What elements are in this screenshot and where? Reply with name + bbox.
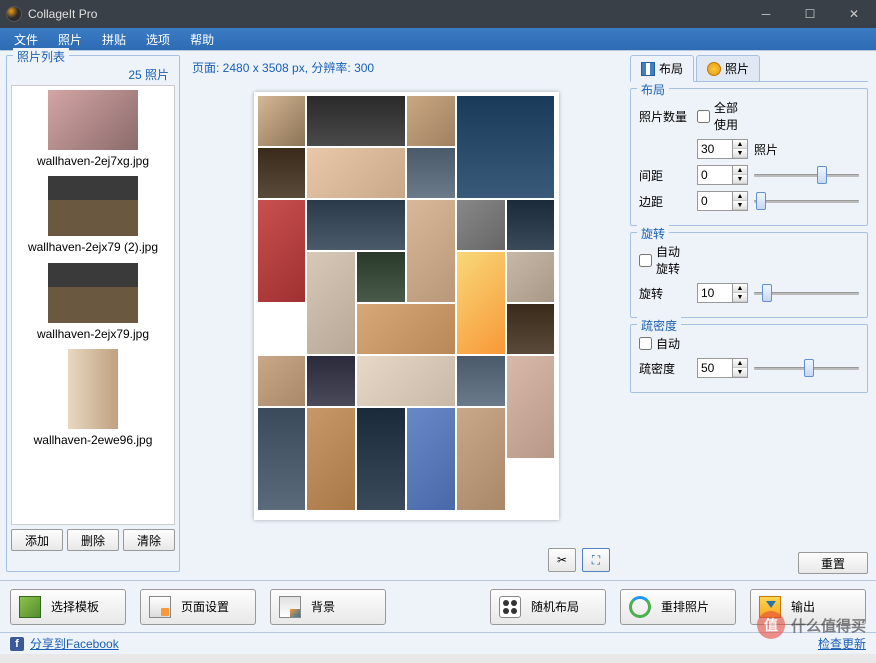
photo-icon <box>707 62 721 76</box>
page-setup-button[interactable]: 页面设置 <box>140 589 256 625</box>
settings-panel: 布局 照片 布局 照片数量 全部使用 ▲▼ <box>626 51 876 580</box>
select-template-button[interactable]: 选择模板 <box>10 589 126 625</box>
sparse-label: 疏密度 <box>639 360 691 377</box>
status-bar: f 分享到Facebook 检查更新 <box>0 632 876 654</box>
reset-button[interactable]: 重置 <box>798 552 868 574</box>
layout-group-label: 布局 <box>637 81 669 98</box>
background-button[interactable]: 背景 <box>270 589 386 625</box>
refresh-icon <box>629 596 651 618</box>
list-item[interactable]: wallhaven-2ejx79 (2).jpg <box>16 176 170 254</box>
background-icon <box>279 596 301 618</box>
thumbnail <box>68 349 118 429</box>
menu-help[interactable]: 帮助 <box>182 29 222 50</box>
template-icon <box>19 596 41 618</box>
rearrange-button[interactable]: 重排照片 <box>620 589 736 625</box>
maximize-button[interactable]: ☐ <box>788 0 832 28</box>
settings-tabs: 布局 照片 <box>630 55 868 82</box>
photo-count-label: 照片数量 <box>639 108 691 125</box>
rotation-group: 旋转 自动旋转 旋转 ▲▼ <box>630 232 868 318</box>
use-all-checkbox[interactable]: 全部使用 <box>697 99 749 133</box>
rotation-spinner[interactable]: ▲▼ <box>697 283 748 303</box>
tab-photo[interactable]: 照片 <box>696 55 760 81</box>
bottom-toolbar: 选择模板 页面设置 背景 随机布局 重排照片 输出 <box>0 580 876 632</box>
menu-bar: 文件 照片 拼贴 选项 帮助 <box>0 28 876 50</box>
thumbnail <box>48 263 138 323</box>
list-item[interactable]: wallhaven-2ewe96.jpg <box>16 349 170 447</box>
menu-photo[interactable]: 照片 <box>50 29 90 50</box>
sparse-group: 疏密度 自动 疏密度 ▲▼ <box>630 324 868 393</box>
dice-icon <box>499 596 521 618</box>
photo-count-spinner[interactable]: ▲▼ <box>697 139 748 159</box>
tab-layout[interactable]: 布局 <box>630 55 694 82</box>
margin-input[interactable] <box>697 191 733 211</box>
photo-count: 25 照片 <box>11 66 175 83</box>
clear-button[interactable]: 清除 <box>123 529 175 551</box>
fit-tool-button[interactable]: ⛶ <box>582 548 610 572</box>
spacing-slider[interactable] <box>754 166 859 184</box>
delete-button[interactable]: 删除 <box>67 529 119 551</box>
tab-photo-label: 照片 <box>725 60 749 77</box>
crop-tool-button[interactable]: ✂ <box>548 548 576 572</box>
page-info: 页面: 2480 x 3508 px, 分辨率: 300 <box>192 55 620 80</box>
use-all-input[interactable] <box>697 110 710 123</box>
add-button[interactable]: 添加 <box>11 529 63 551</box>
sparse-slider[interactable] <box>754 359 859 377</box>
rotation-input[interactable] <box>697 283 733 303</box>
title-bar: CollageIt Pro ─ ☐ ✕ <box>0 0 876 28</box>
app-icon <box>6 6 22 22</box>
tab-layout-label: 布局 <box>659 60 683 77</box>
margin-spinner[interactable]: ▲▼ <box>697 191 748 211</box>
layout-group: 布局 照片数量 全部使用 ▲▼ 照片 间距 ▲▼ <box>630 88 868 226</box>
share-facebook-link[interactable]: 分享到Facebook <box>30 635 119 652</box>
spacing-input[interactable] <box>697 165 733 185</box>
close-button[interactable]: ✕ <box>832 0 876 28</box>
photo-suffix: 照片 <box>754 141 778 158</box>
photo-list-title: 照片列表 <box>13 48 69 65</box>
auto-sparse-checkbox[interactable]: 自动 <box>639 335 691 352</box>
rotation-slider[interactable] <box>754 284 859 302</box>
canvas-panel: 页面: 2480 x 3508 px, 分辨率: 300 ✂ ⛶ <box>186 51 626 580</box>
rotation-group-label: 旋转 <box>637 225 669 242</box>
list-item[interactable]: wallhaven-2ejx79.jpg <box>16 263 170 341</box>
layout-icon <box>641 62 655 76</box>
auto-rotate-checkbox[interactable]: 自动旋转 <box>639 243 691 277</box>
spacing-spinner[interactable]: ▲▼ <box>697 165 748 185</box>
export-button[interactable]: 输出 <box>750 589 866 625</box>
thumbnail <box>48 176 138 236</box>
minimize-button[interactable]: ─ <box>744 0 788 28</box>
window-title: CollageIt Pro <box>28 7 744 21</box>
sparse-group-label: 疏密度 <box>637 317 681 334</box>
menu-options[interactable]: 选项 <box>138 29 178 50</box>
photo-name: wallhaven-2ej7xg.jpg <box>16 154 170 168</box>
list-item[interactable]: wallhaven-2ej7xg.jpg <box>16 90 170 168</box>
shuffle-button[interactable]: 随机布局 <box>490 589 606 625</box>
photo-name: wallhaven-2ewe96.jpg <box>16 433 170 447</box>
photo-name: wallhaven-2ejx79.jpg <box>16 327 170 341</box>
rotation-label: 旋转 <box>639 285 691 302</box>
margin-slider[interactable] <box>754 192 859 210</box>
photo-list[interactable]: wallhaven-2ej7xg.jpg wallhaven-2ejx79 (2… <box>11 85 175 525</box>
sparse-spinner[interactable]: ▲▼ <box>697 358 748 378</box>
check-update-link[interactable]: 检查更新 <box>818 635 866 652</box>
spin-down[interactable]: ▼ <box>733 149 747 158</box>
menu-collage[interactable]: 拼贴 <box>94 29 134 50</box>
export-icon <box>759 596 781 618</box>
spin-up[interactable]: ▲ <box>733 140 747 149</box>
collage-canvas[interactable] <box>254 92 559 520</box>
photo-name: wallhaven-2ejx79 (2).jpg <box>16 240 170 254</box>
photo-list-panel: 照片列表 25 照片 wallhaven-2ej7xg.jpg wallhave… <box>0 51 186 580</box>
thumbnail <box>48 90 138 150</box>
sparse-input[interactable] <box>697 358 733 378</box>
spacing-label: 间距 <box>639 167 691 184</box>
margin-label: 边距 <box>639 193 691 210</box>
menu-file[interactable]: 文件 <box>6 29 46 50</box>
photo-count-input[interactable] <box>697 139 733 159</box>
page-icon <box>149 596 171 618</box>
facebook-icon: f <box>10 637 24 651</box>
